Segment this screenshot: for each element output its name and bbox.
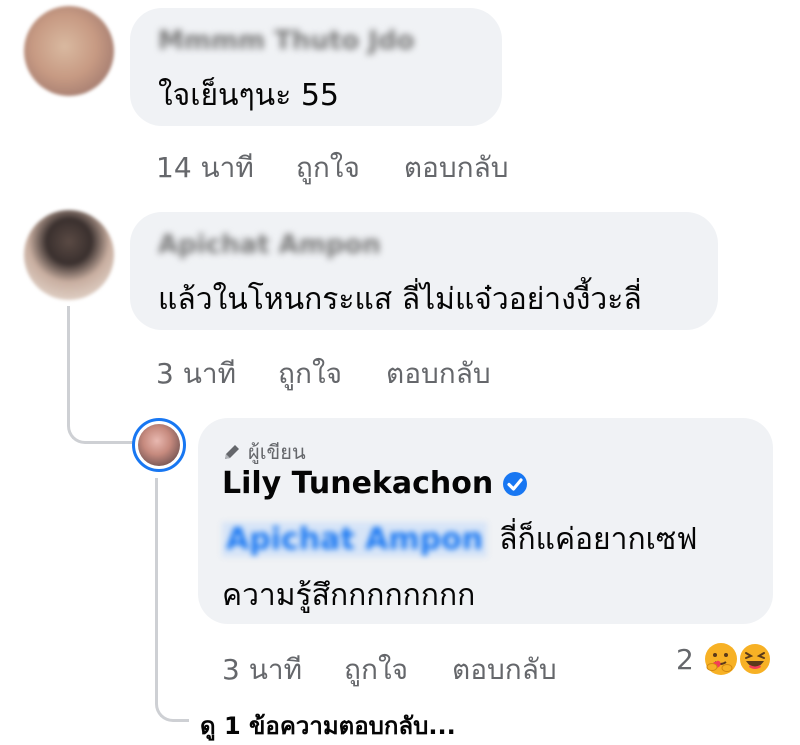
reply-time[interactable]: 3 นาที [222,648,302,692]
reply-bubble: ผู้เขียน Lily Tunekachon Apichat Ampon ล… [198,418,773,624]
like-button[interactable]: ถูกใจ [296,146,360,190]
avatar[interactable] [24,210,114,300]
like-button[interactable]: ถูกใจ [278,352,342,396]
author-badge-label: ผู้เขียน [248,440,306,464]
reply-button[interactable]: ตอบกลับ [404,146,509,190]
reply-actions: 3 นาที ถูกใจ ตอบกลับ [222,648,557,692]
mention-link[interactable]: Apichat Ampon [222,522,488,557]
reply-button[interactable]: ตอบกลับ [452,648,557,692]
reply-text: ลี่ก็แค่อยากเซฟ [499,522,698,557]
reaction-count: 2 [676,642,694,676]
reply-text-line2: ความรู้สึกกกกกกกก [222,578,476,613]
comment-text: แล้วในโหนกระแส ลี่ไม่แจ๋วอย่างงี้วะลี่ [158,282,642,317]
comment-bubble: Mmmm Thuto Jdo ใจเย็นๆนะ 55 [130,8,502,126]
comment-time[interactable]: 14 นาที [156,146,254,190]
avatar-image [138,424,180,466]
comment-actions: 14 นาที ถูกใจ ตอบกลับ [156,146,509,190]
thread-line [155,478,189,722]
reply-author-row: Lily Tunekachon [222,466,529,501]
verified-icon [503,471,528,496]
reply-author[interactable]: Lily Tunekachon [222,466,493,501]
view-more-replies-label: ดู 1 ข้อความตอบกลับ... [200,712,456,740]
comment-author[interactable]: Apichat Ampon [158,230,381,260]
like-button[interactable]: ถูกใจ [344,648,408,692]
care-emoji-icon [704,643,737,675]
author-badge: ผู้เขียน [222,436,306,468]
reply-text-line1: Apichat Ampon ลี่ก็แค่อยากเซฟ [222,516,698,563]
comment-bubble: Apichat Ampon แล้วในโหนกระแส ลี่ไม่แจ๋วอ… [130,212,718,330]
avatar[interactable] [132,418,186,472]
pencil-icon [225,445,239,459]
reply-button[interactable]: ตอบกลับ [386,352,491,396]
comment-author[interactable]: Mmmm Thuto Jdo [158,26,414,56]
comment-time[interactable]: 3 นาที [156,352,236,396]
view-more-replies[interactable]: ดู 1 ข้อความตอบกลับ... [200,706,456,745]
laugh-emoji-icon [737,642,772,676]
comment-text: ใจเย็นๆนะ 55 [158,78,340,113]
thread-line [67,306,133,444]
comment-actions: 3 นาที ถูกใจ ตอบกลับ [156,352,491,396]
avatar[interactable] [24,6,114,96]
reaction-summary[interactable]: 2 [676,640,774,678]
